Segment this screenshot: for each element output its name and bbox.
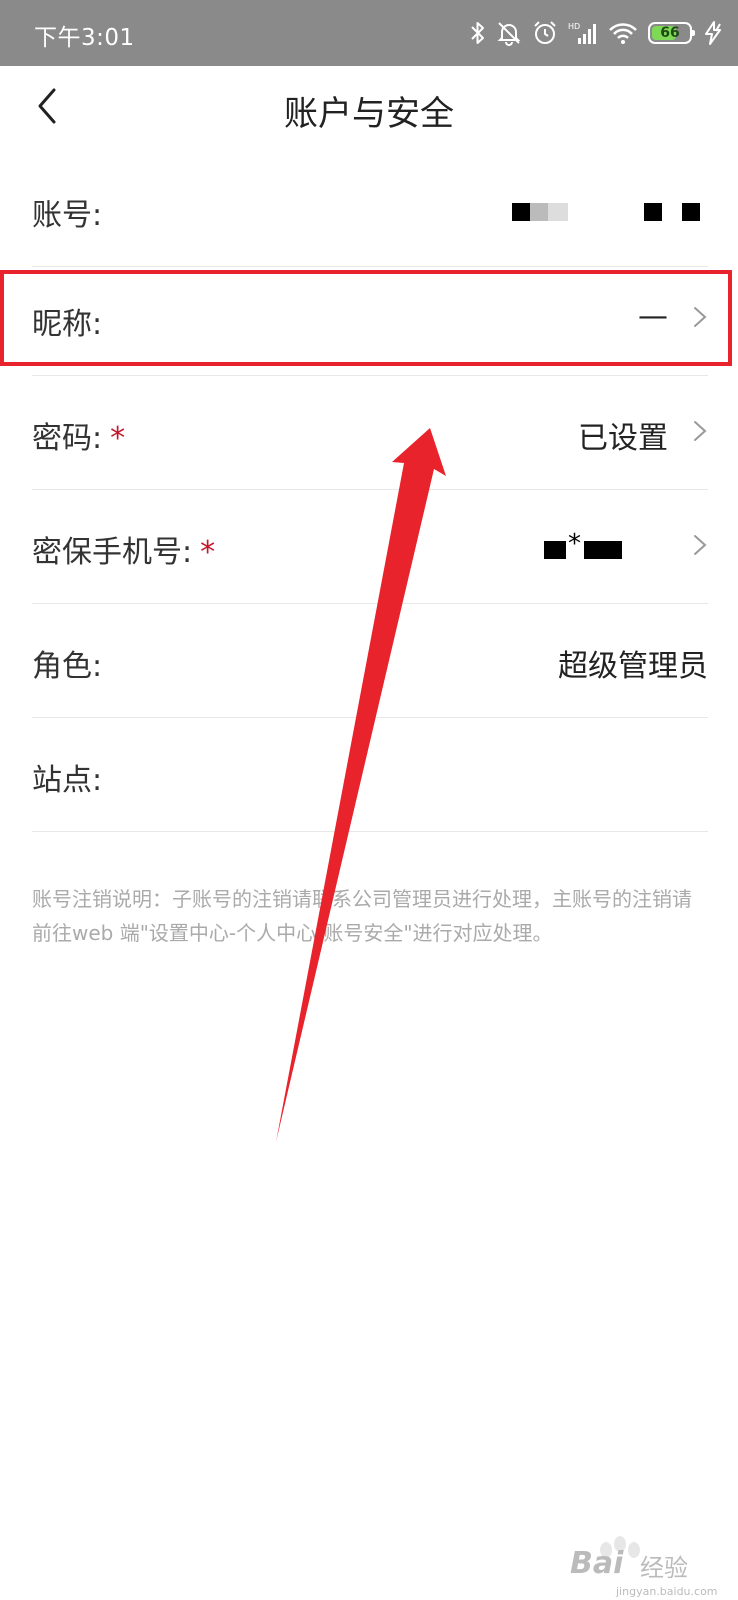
- row-label: 密保手机号: *: [32, 535, 216, 570]
- page-title: 账户与安全: [284, 94, 454, 134]
- charging-icon: [702, 20, 724, 46]
- mute-bell-icon: [496, 20, 522, 46]
- row-password[interactable]: 密码: * 已设置: [32, 375, 708, 489]
- chevron-right-icon: [694, 421, 707, 441]
- wifi-icon: [608, 20, 638, 46]
- watermark-url: jingyan.baidu.com: [616, 1585, 718, 1598]
- chevron-right-icon: [694, 535, 707, 555]
- row-site: 站点:: [32, 717, 708, 831]
- row-account: 账号:: [32, 152, 708, 266]
- watermark-suffix: 经验: [640, 1554, 688, 1582]
- svg-text:HD: HD: [568, 22, 580, 31]
- battery-icon: 66: [648, 22, 695, 44]
- alarm-icon: [532, 20, 558, 46]
- row-label: 账号:: [32, 198, 103, 233]
- nav-bar: 账户与安全: [0, 66, 738, 146]
- phone-mask: *: [568, 529, 581, 559]
- hd-signal-icon: HD: [568, 20, 598, 46]
- account-deletion-note: 账号注销说明：子账号的注销请联系公司管理员进行处理，主账号的注销请前往web 端…: [32, 887, 692, 945]
- status-bar: 下午3:01 HD 66: [0, 0, 738, 66]
- row-label: 站点:: [32, 763, 103, 798]
- row-security-phone[interactable]: 密保手机号: * *: [32, 489, 708, 603]
- highlight-box: [0, 270, 732, 366]
- password-value: 已设置: [578, 421, 668, 456]
- required-mark: *: [200, 535, 216, 570]
- required-mark: *: [110, 421, 126, 456]
- role-value: 超级管理员: [558, 649, 708, 684]
- watermark-brand: Bai: [570, 1546, 624, 1581]
- divider: [32, 831, 708, 832]
- row-label: 角色:: [32, 649, 103, 684]
- status-time: 下午3:01: [34, 25, 135, 51]
- battery-level: 66: [660, 25, 680, 41]
- bluetooth-icon: [470, 20, 486, 46]
- status-icons: HD 66: [470, 16, 724, 50]
- row-label: 密码: *: [32, 421, 126, 456]
- row-role: 角色: 超级管理员: [32, 603, 708, 717]
- screen: 下午3:01 HD 66 账户与安全 账号: 昵称: — 密码: * 已设置 密…: [0, 0, 738, 1600]
